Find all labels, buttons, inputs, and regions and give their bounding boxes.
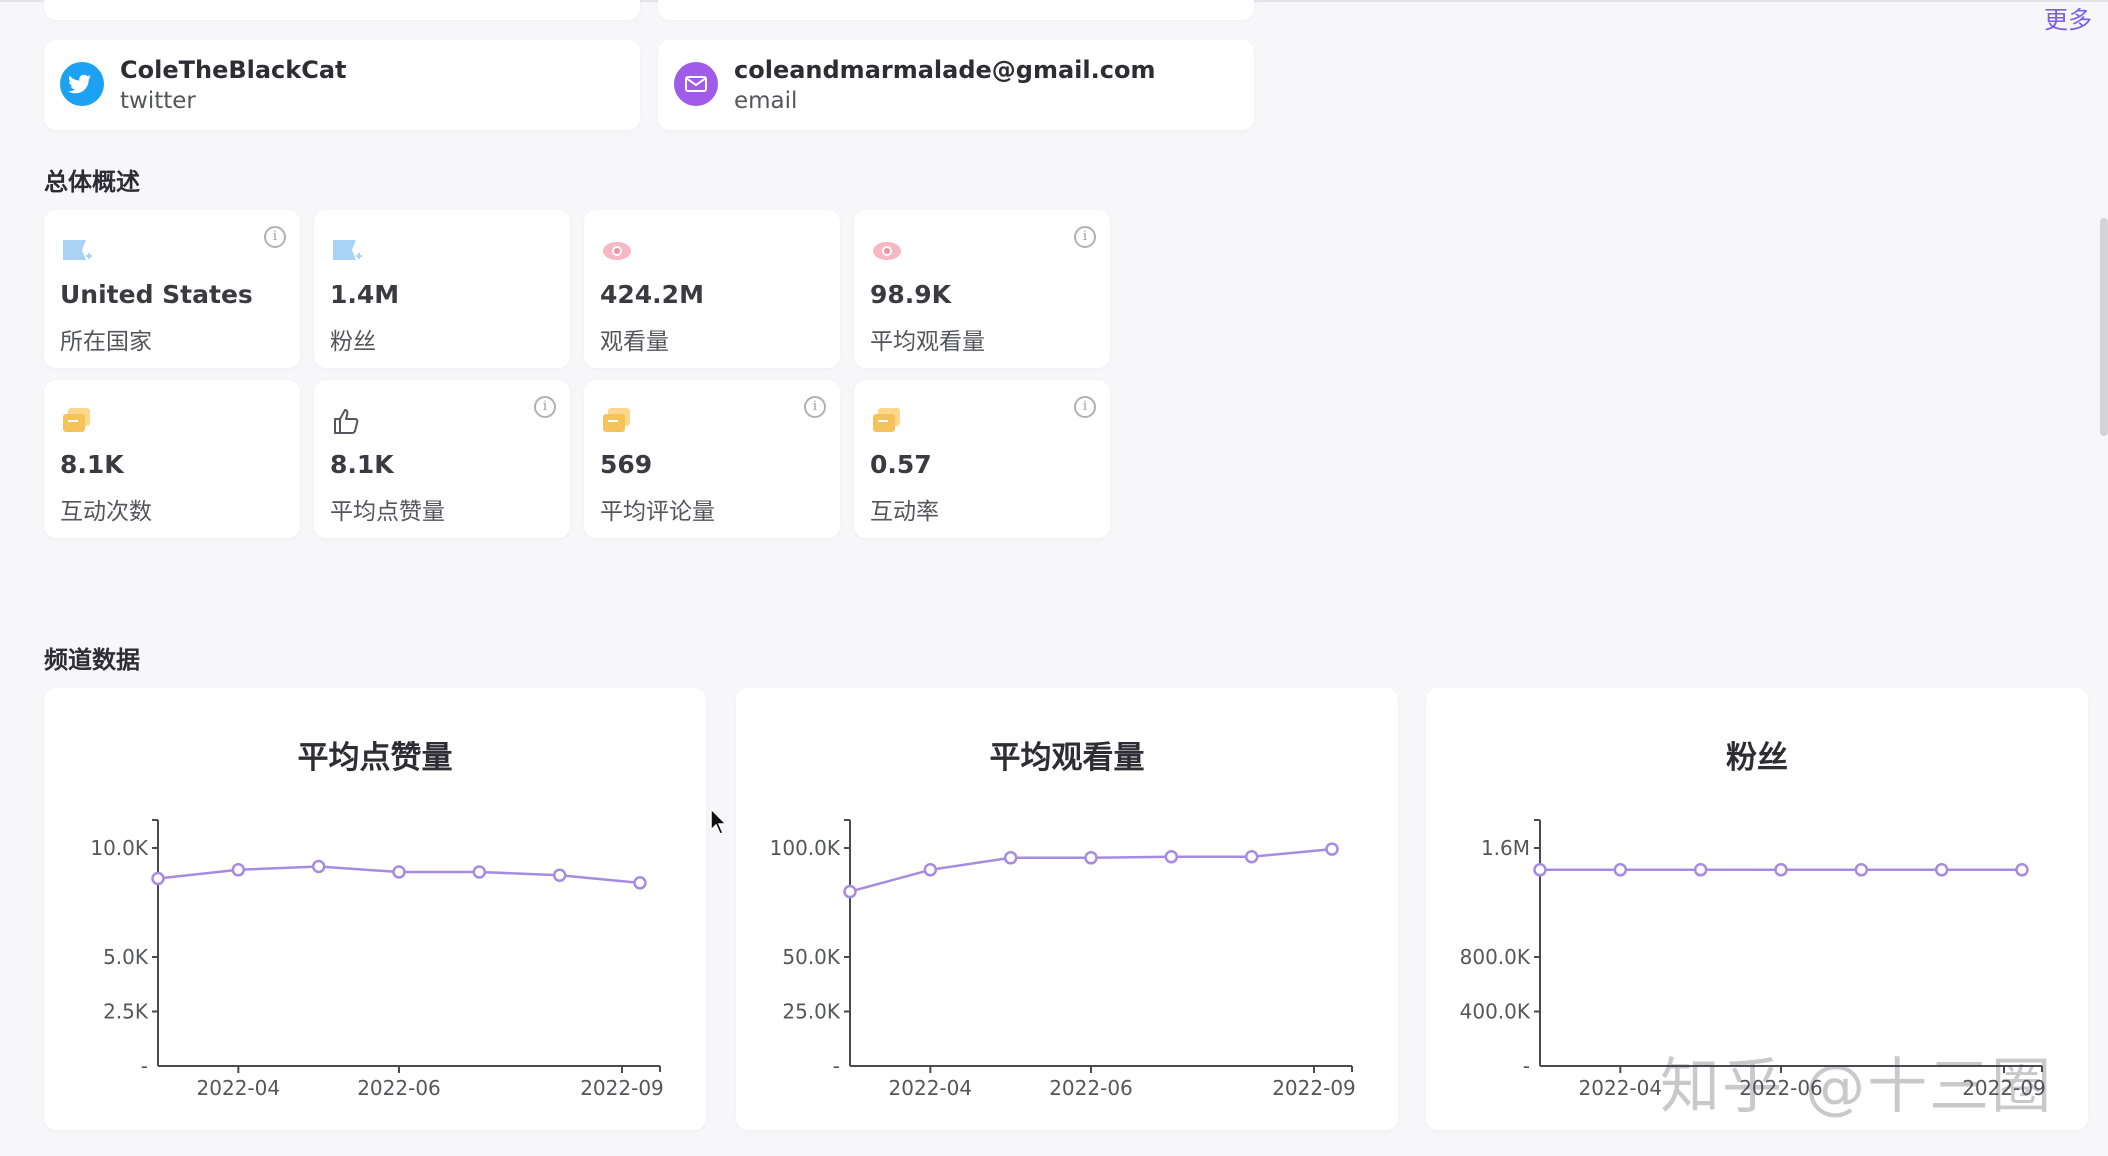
stat-label: 观看量 <box>600 329 669 355</box>
info-icon[interactable]: i <box>1074 396 1096 418</box>
data-point <box>633 876 647 890</box>
x-tick-label: 2022-06 <box>1049 1076 1133 1100</box>
stat-label: 平均评论量 <box>600 499 715 525</box>
stat-card: 1.4M 粉丝 <box>314 210 570 368</box>
line-chart-avg-likes: 10.0K 5.0K 2.5K - 2022-04 2022-06 2022-09 <box>90 819 664 1100</box>
info-icon[interactable]: i <box>534 396 556 418</box>
data-point <box>1003 851 1018 865</box>
info-icon[interactable]: i <box>1074 226 1096 248</box>
stat-label: 所在国家 <box>60 329 152 355</box>
y-tick-label: 2.5K <box>103 1000 149 1024</box>
data-point <box>843 884 857 899</box>
more-link[interactable]: 更多 <box>2044 0 2092 35</box>
x-tick-label: 2022-04 <box>1579 1076 1663 1100</box>
data-point <box>472 865 487 879</box>
y-tick-label: 25.0K <box>782 1000 841 1024</box>
stat-value: 424.2M <box>600 280 704 309</box>
chat-icon <box>60 406 94 436</box>
contact-name: ColeTheBlackCat <box>120 56 347 84</box>
data-point <box>552 868 567 882</box>
chart-card-avg-views: 平均观看量 100.0K 50.0K 25.0K -2022-04 2022-06 202… <box>736 688 1398 1130</box>
y-tick-label: - <box>833 1054 840 1078</box>
chat-icon <box>600 406 634 436</box>
mouse-cursor-icon <box>710 807 730 840</box>
data-point <box>1164 849 1179 864</box>
stat-value: 569 <box>600 450 653 479</box>
y-tick-label: 50.0K <box>782 945 841 969</box>
stat-value: 8.1K <box>330 450 394 479</box>
info-icon[interactable]: i <box>264 226 286 248</box>
data-point <box>1774 863 1788 877</box>
x-tick-label: 2022-04 <box>889 1076 973 1100</box>
y-tick-label: 5.0K <box>103 945 149 969</box>
flag-icon <box>60 236 94 266</box>
contact-name: coleandmarmalade@gmail.com <box>734 56 1156 84</box>
data-point <box>1533 863 1547 877</box>
contact-card-partial <box>658 0 1254 20</box>
y-tick-label: 1.6M <box>1481 836 1530 860</box>
flag-icon <box>330 236 364 266</box>
data-point <box>392 865 406 879</box>
data-point <box>1084 851 1098 865</box>
data-point <box>151 871 165 886</box>
stat-card: i United States 所在国家 <box>44 210 300 368</box>
data-point <box>1325 842 1339 856</box>
stat-value: 1.4M <box>330 280 400 309</box>
y-tick-label: 10.0K <box>90 836 149 860</box>
stat-label: 互动次数 <box>60 499 152 525</box>
data-point <box>1613 863 1628 877</box>
contact-card-partial <box>44 0 640 20</box>
stat-card: 8.1K 互动次数 <box>44 380 300 538</box>
contact-card-email[interactable]: coleandmarmalade@gmail.com email <box>658 40 1254 130</box>
stat-card: i 569 平均评论量 <box>584 380 840 538</box>
data-point <box>1854 863 1869 877</box>
contact-type: twitter <box>120 88 196 114</box>
contact-type: email <box>734 88 798 114</box>
data-point <box>1244 849 1259 864</box>
stat-value: 0.57 <box>870 450 932 479</box>
chart-card-avg-likes: 平均点赞量 10.0K 5.0K 2.5K -2022-04 2022-06 2022-0… <box>44 688 706 1130</box>
data-point <box>923 863 938 877</box>
stat-card: i 98.9K 平均观看量 <box>854 210 1110 368</box>
stat-value: United States <box>60 280 253 309</box>
data-point <box>1934 863 1949 877</box>
stat-label: 平均点赞量 <box>330 499 445 525</box>
data-point <box>231 863 246 877</box>
y-tick-label: 400.0K <box>1460 1000 1531 1024</box>
eye-icon <box>870 236 904 266</box>
data-point <box>311 859 326 874</box>
contact-card-twitter[interactable]: ColeTheBlackCat twitter <box>44 40 640 130</box>
stat-value: 8.1K <box>60 450 124 479</box>
stat-label: 粉丝 <box>330 329 376 355</box>
y-tick-label: - <box>1523 1054 1530 1078</box>
chat-icon <box>870 406 904 436</box>
data-point <box>2015 863 2029 877</box>
y-tick-label: 100.0K <box>770 836 841 860</box>
email-icon <box>674 62 718 106</box>
vertical-scrollbar[interactable] <box>2100 218 2108 436</box>
x-tick-label: 2022-04 <box>197 1076 281 1100</box>
y-tick-label: - <box>141 1054 148 1078</box>
stat-card: 424.2M 观看量 <box>584 210 840 368</box>
stat-label: 平均观看量 <box>870 329 985 355</box>
x-tick-label: 2022-09 <box>580 1076 664 1100</box>
stat-card: i 0.57 互动率 <box>854 380 1110 538</box>
stat-card: i 8.1K 平均点赞量 <box>314 380 570 538</box>
twitter-icon <box>60 62 104 106</box>
channel-section-title: 频道数据 <box>44 646 140 674</box>
line-chart-avg-views: 100.0K 50.0K 25.0K - 2022-04 2022-06 2022-09 <box>770 819 1356 1100</box>
x-tick-label: 2022-06 <box>357 1076 441 1100</box>
stat-label: 互动率 <box>870 499 939 525</box>
stat-value: 98.9K <box>870 280 952 309</box>
thumbs-up-icon <box>330 406 364 436</box>
x-tick-label: 2022-09 <box>1272 1076 1356 1100</box>
y-tick-label: 800.0K <box>1460 945 1531 969</box>
overview-section-title: 总体概述 <box>44 168 140 196</box>
watermark: 知乎 @十三圈 <box>1660 1052 2054 1122</box>
data-point <box>1693 863 1708 877</box>
info-icon[interactable]: i <box>804 396 826 418</box>
eye-icon <box>600 236 634 266</box>
